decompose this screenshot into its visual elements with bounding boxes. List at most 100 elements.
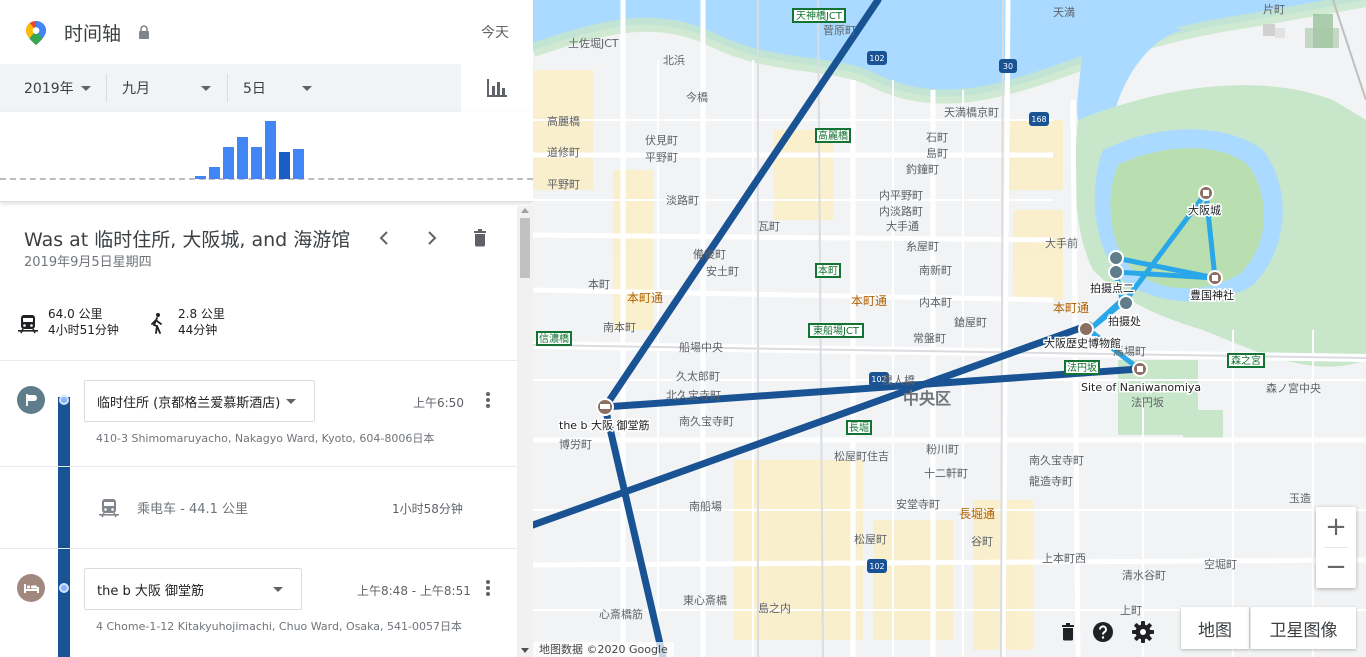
day-dropdown[interactable]: 5日 xyxy=(243,64,323,112)
next-day-button[interactable] xyxy=(420,226,444,250)
svg-text:松屋町住吉: 松屋町住吉 xyxy=(834,449,889,463)
train-icon xyxy=(18,315,38,334)
today-button[interactable]: 今天 xyxy=(481,22,509,42)
svg-text:鎗屋町: 鎗屋町 xyxy=(954,315,987,329)
histogram-bar[interactable] xyxy=(265,121,276,179)
timeline-scroll-area[interactable]: Was at 临时住所, 大阪城, and 海游馆 2019年9月5日星期四 6… xyxy=(0,206,533,657)
svg-text:北久宝寺町: 北久宝寺町 xyxy=(666,388,721,402)
svg-text:伏見町: 伏見町 xyxy=(645,133,678,147)
walking-icon xyxy=(151,313,162,334)
place-time: 上午8:48 - 上午8:51 xyxy=(357,584,471,598)
satellite-view-button[interactable]: 卫星图像 xyxy=(1250,607,1356,649)
svg-text:道修町: 道修町 xyxy=(547,145,580,159)
transit-duration: 4小时51分钟 xyxy=(48,323,119,337)
map-canvas[interactable]: 102 30 168 102 102 天神橋JCT 高麗橋 本町 東船場JCT xyxy=(533,0,1366,657)
gear-icon[interactable] xyxy=(1131,620,1155,644)
svg-text:天満: 天満 xyxy=(1053,6,1075,19)
help-icon[interactable] xyxy=(1091,620,1115,644)
place-name: 临时住所 (京都格兰爱慕斯酒店) xyxy=(97,395,281,411)
scroll-down-arrow-icon[interactable] xyxy=(521,648,529,653)
move-segment-label[interactable]: 乘电车 - 44.1 公里 xyxy=(137,498,248,517)
place-address: 4 Chome-1-12 Kitakyuhojimachi, Chuo Ward… xyxy=(96,620,462,633)
histogram-bar[interactable] xyxy=(237,137,248,179)
svg-text:本町通: 本町通 xyxy=(1053,301,1089,315)
svg-text:102: 102 xyxy=(869,562,884,571)
date-picker-bar: 2019年 九月 5日 xyxy=(0,64,533,112)
svg-text:高麗橋: 高麗橋 xyxy=(818,129,848,142)
histogram-bar[interactable] xyxy=(209,167,220,179)
previous-day-button[interactable] xyxy=(372,226,396,250)
svg-text:粉川町: 粉川町 xyxy=(926,443,959,456)
divider xyxy=(0,548,517,549)
svg-text:豊国神社: 豊国神社 xyxy=(1190,288,1234,302)
svg-text:南船場: 南船場 xyxy=(689,499,722,513)
svg-text:南久宝寺町: 南久宝寺町 xyxy=(1029,453,1084,467)
map-view-button[interactable]: 地图 xyxy=(1181,607,1249,649)
divider xyxy=(0,466,517,467)
place-name: the b 大阪 御堂筋 xyxy=(97,583,204,599)
blurred-avatar-icon xyxy=(1263,24,1285,38)
move-duration: 1小时58分钟 xyxy=(392,502,463,516)
histogram-bar[interactable] xyxy=(223,147,234,179)
svg-text:備後町: 備後町 xyxy=(693,247,726,261)
svg-text:上町: 上町 xyxy=(1120,604,1142,617)
svg-text:拍摄点二: 拍摄点二 xyxy=(1090,281,1134,295)
svg-text:船場中央: 船場中央 xyxy=(679,340,723,354)
timeline-dot xyxy=(59,395,69,405)
zoom-out-button[interactable]: − xyxy=(1316,547,1356,587)
route-shield-label: 102 xyxy=(869,54,884,63)
svg-text:168: 168 xyxy=(1031,115,1046,124)
histogram-bar[interactable] xyxy=(279,152,290,179)
scrollbar[interactable] xyxy=(517,206,533,657)
svg-text:南新町: 南新町 xyxy=(919,263,952,277)
svg-text:拍摄处: 拍摄处 xyxy=(1108,314,1141,328)
histogram-bar[interactable] xyxy=(251,147,262,179)
svg-text:大手前: 大手前 xyxy=(1045,236,1078,250)
histogram-bar[interactable] xyxy=(293,149,304,179)
walk-distance: 2.8 公里 xyxy=(178,307,225,321)
svg-text:島之内: 島之内 xyxy=(758,601,791,615)
year-value: 2019年 xyxy=(24,81,74,97)
trash-icon[interactable] xyxy=(1056,620,1080,644)
svg-text:空堀町: 空堀町 xyxy=(1204,557,1237,571)
svg-text:常盤町: 常盤町 xyxy=(913,332,946,345)
svg-text:内淡路町: 内淡路町 xyxy=(879,204,923,218)
svg-text:本町通: 本町通 xyxy=(851,294,887,308)
svg-text:北浜: 北浜 xyxy=(663,54,685,67)
svg-text:土佐堀JCT: 土佐堀JCT xyxy=(568,36,619,50)
zoom-in-button[interactable]: + xyxy=(1316,507,1356,547)
svg-text:清水谷町: 清水谷町 xyxy=(1122,569,1166,582)
divider xyxy=(106,74,107,102)
year-dropdown[interactable]: 2019年 xyxy=(24,64,106,112)
avatar[interactable] xyxy=(1305,14,1339,48)
app-title: 时间轴 xyxy=(64,23,122,45)
histogram-bar[interactable] xyxy=(195,176,206,179)
svg-text:心斎橋筋: 心斎橋筋 xyxy=(599,607,643,621)
more-options-button[interactable] xyxy=(478,390,498,410)
map-attribution: 地图数据 ©2020 Google xyxy=(533,642,674,657)
divider xyxy=(227,74,228,102)
more-options-button[interactable] xyxy=(478,578,498,598)
scroll-up-arrow-icon[interactable] xyxy=(521,208,529,213)
chevron-down-icon xyxy=(286,399,296,404)
svg-text:the b 大阪 御堂筋: the b 大阪 御堂筋 xyxy=(559,418,650,432)
bed-icon xyxy=(17,574,45,602)
svg-text:大手通: 大手通 xyxy=(886,219,919,233)
place-time: 上午6:50 xyxy=(413,396,464,410)
svg-text:本町: 本町 xyxy=(588,277,610,291)
place-selector[interactable]: 临时住所 (京都格兰爱慕斯酒店) xyxy=(84,380,315,422)
svg-text:安土町: 安土町 xyxy=(706,264,739,278)
scrollbar-thumb[interactable] xyxy=(520,218,530,278)
lock-icon xyxy=(139,25,149,39)
place-selector[interactable]: the b 大阪 御堂筋 xyxy=(84,568,302,610)
activity-histogram[interactable] xyxy=(0,112,533,202)
histogram-toggle-button[interactable] xyxy=(461,64,533,112)
bar-chart-icon xyxy=(487,79,507,97)
svg-text:長堀: 長堀 xyxy=(849,422,869,434)
delete-day-button[interactable] xyxy=(468,226,492,250)
svg-text:本町: 本町 xyxy=(818,264,838,277)
svg-text:瓦町: 瓦町 xyxy=(758,220,780,233)
svg-text:平野町: 平野町 xyxy=(645,151,678,164)
month-dropdown[interactable]: 九月 xyxy=(122,64,226,112)
flag-icon xyxy=(17,386,45,414)
